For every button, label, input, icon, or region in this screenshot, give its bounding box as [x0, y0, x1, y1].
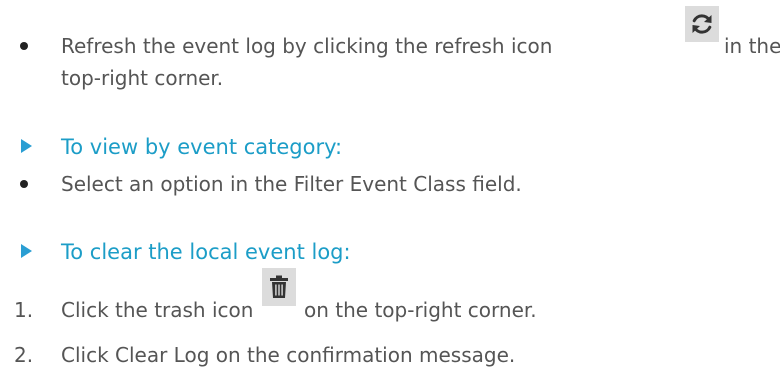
- triangle-right-icon: [21, 244, 32, 258]
- step-number: 2.: [14, 343, 34, 367]
- triangle-right-icon: [21, 139, 32, 153]
- step-2-text: Click Clear Log on the confirmation mess…: [61, 343, 516, 367]
- trash-icon: [262, 268, 296, 306]
- heading-clear-event-log: To clear the local event log:: [61, 240, 351, 264]
- bullet-dot: [20, 180, 28, 188]
- heading-view-by-category: To view by event category:: [61, 135, 343, 159]
- refresh-icon: [685, 6, 719, 42]
- refresh-instruction-line2: top-right corner.: [61, 66, 224, 90]
- category-instruction: Select an option in the Filter Event Cla…: [61, 172, 522, 196]
- refresh-instruction-part2: in the: [724, 34, 780, 58]
- step-1-text-part1: Click the trash icon: [61, 298, 254, 322]
- refresh-instruction-part1: Refresh the event log by clicking the re…: [61, 34, 553, 58]
- step-1-text-part2: on the top-right corner.: [304, 298, 537, 322]
- step-number: 1.: [14, 298, 34, 322]
- bullet-dot: [20, 42, 28, 50]
